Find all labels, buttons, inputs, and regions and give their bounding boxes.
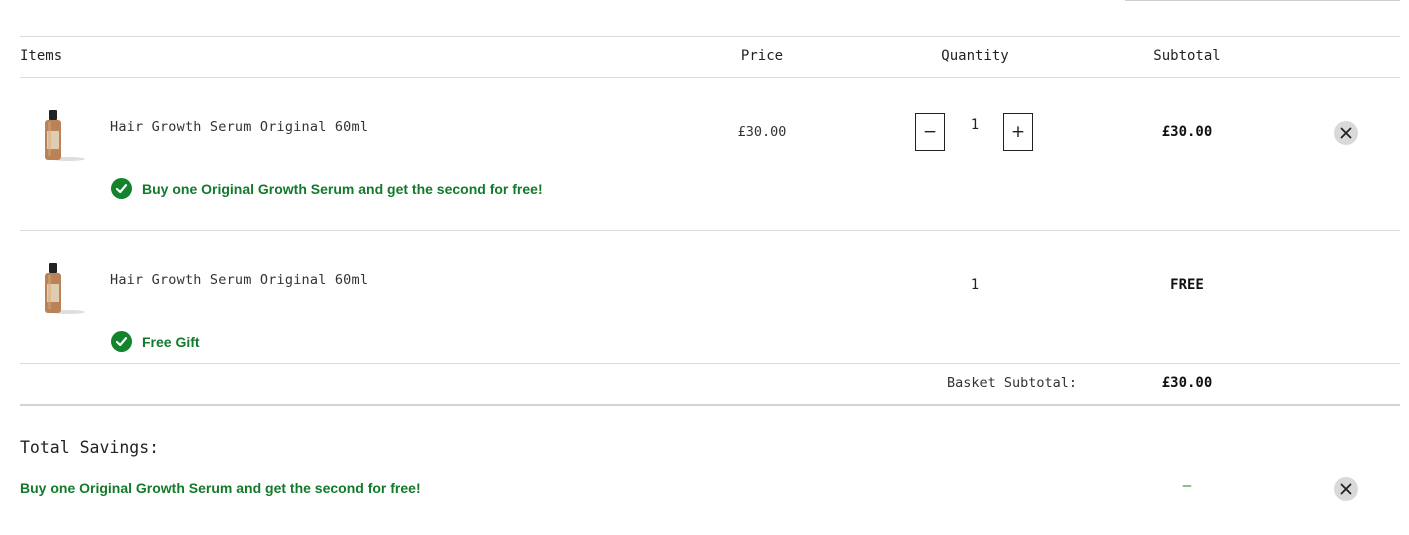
- header-subtotal: Subtotal: [1153, 48, 1221, 64]
- table-top-divider: [20, 36, 1400, 37]
- item-subtotal: FREE: [1170, 277, 1204, 293]
- promo-message: Buy one Original Growth Serum and get th…: [111, 178, 543, 199]
- quantity-value[interactable]: 1: [971, 117, 979, 133]
- header-divider: [20, 77, 1400, 78]
- header-price: Price: [740, 48, 784, 64]
- item-subtotal: £30.00: [1161, 124, 1213, 140]
- product-name[interactable]: Hair Growth Serum Original 60ml: [110, 272, 368, 288]
- promo-text: Buy one Original Growth Serum and get th…: [142, 180, 543, 197]
- header-quantity: Quantity: [941, 48, 1009, 64]
- serum-bottle-icon[interactable]: [38, 108, 88, 163]
- free-gift-text: Free Gift: [142, 333, 200, 350]
- close-icon: [1340, 127, 1352, 139]
- check-circle-icon: [111, 178, 132, 199]
- basket-subtotal-value: £30.00: [1161, 375, 1213, 391]
- free-gift-message: Free Gift: [111, 331, 200, 352]
- quantity-value: 1: [970, 277, 980, 293]
- summary-divider: [20, 404, 1400, 406]
- remove-item-button[interactable]: [1334, 121, 1358, 145]
- serum-bottle-icon[interactable]: [38, 261, 88, 316]
- product-name[interactable]: Hair Growth Serum Original 60ml: [110, 119, 368, 135]
- savings-amount: –: [1182, 478, 1192, 494]
- row-divider: [20, 230, 1400, 231]
- basket-subtotal-label: Basket Subtotal:: [947, 375, 1078, 391]
- plus-icon: +: [1010, 122, 1026, 142]
- total-savings-title: Total Savings:: [20, 438, 160, 457]
- header-items: Items: [20, 48, 63, 64]
- savings-promo-text: Buy one Original Growth Serum and get th…: [20, 480, 421, 496]
- top-tab-border: [1125, 0, 1400, 1]
- row-divider: [20, 363, 1400, 364]
- check-circle-icon: [111, 331, 132, 352]
- decrease-quantity-button[interactable]: −: [915, 113, 945, 151]
- minus-icon: −: [922, 122, 938, 142]
- close-icon: [1340, 483, 1352, 495]
- remove-promo-button[interactable]: [1334, 477, 1358, 501]
- item-price: £30.00: [737, 124, 787, 140]
- increase-quantity-button[interactable]: +: [1003, 113, 1033, 151]
